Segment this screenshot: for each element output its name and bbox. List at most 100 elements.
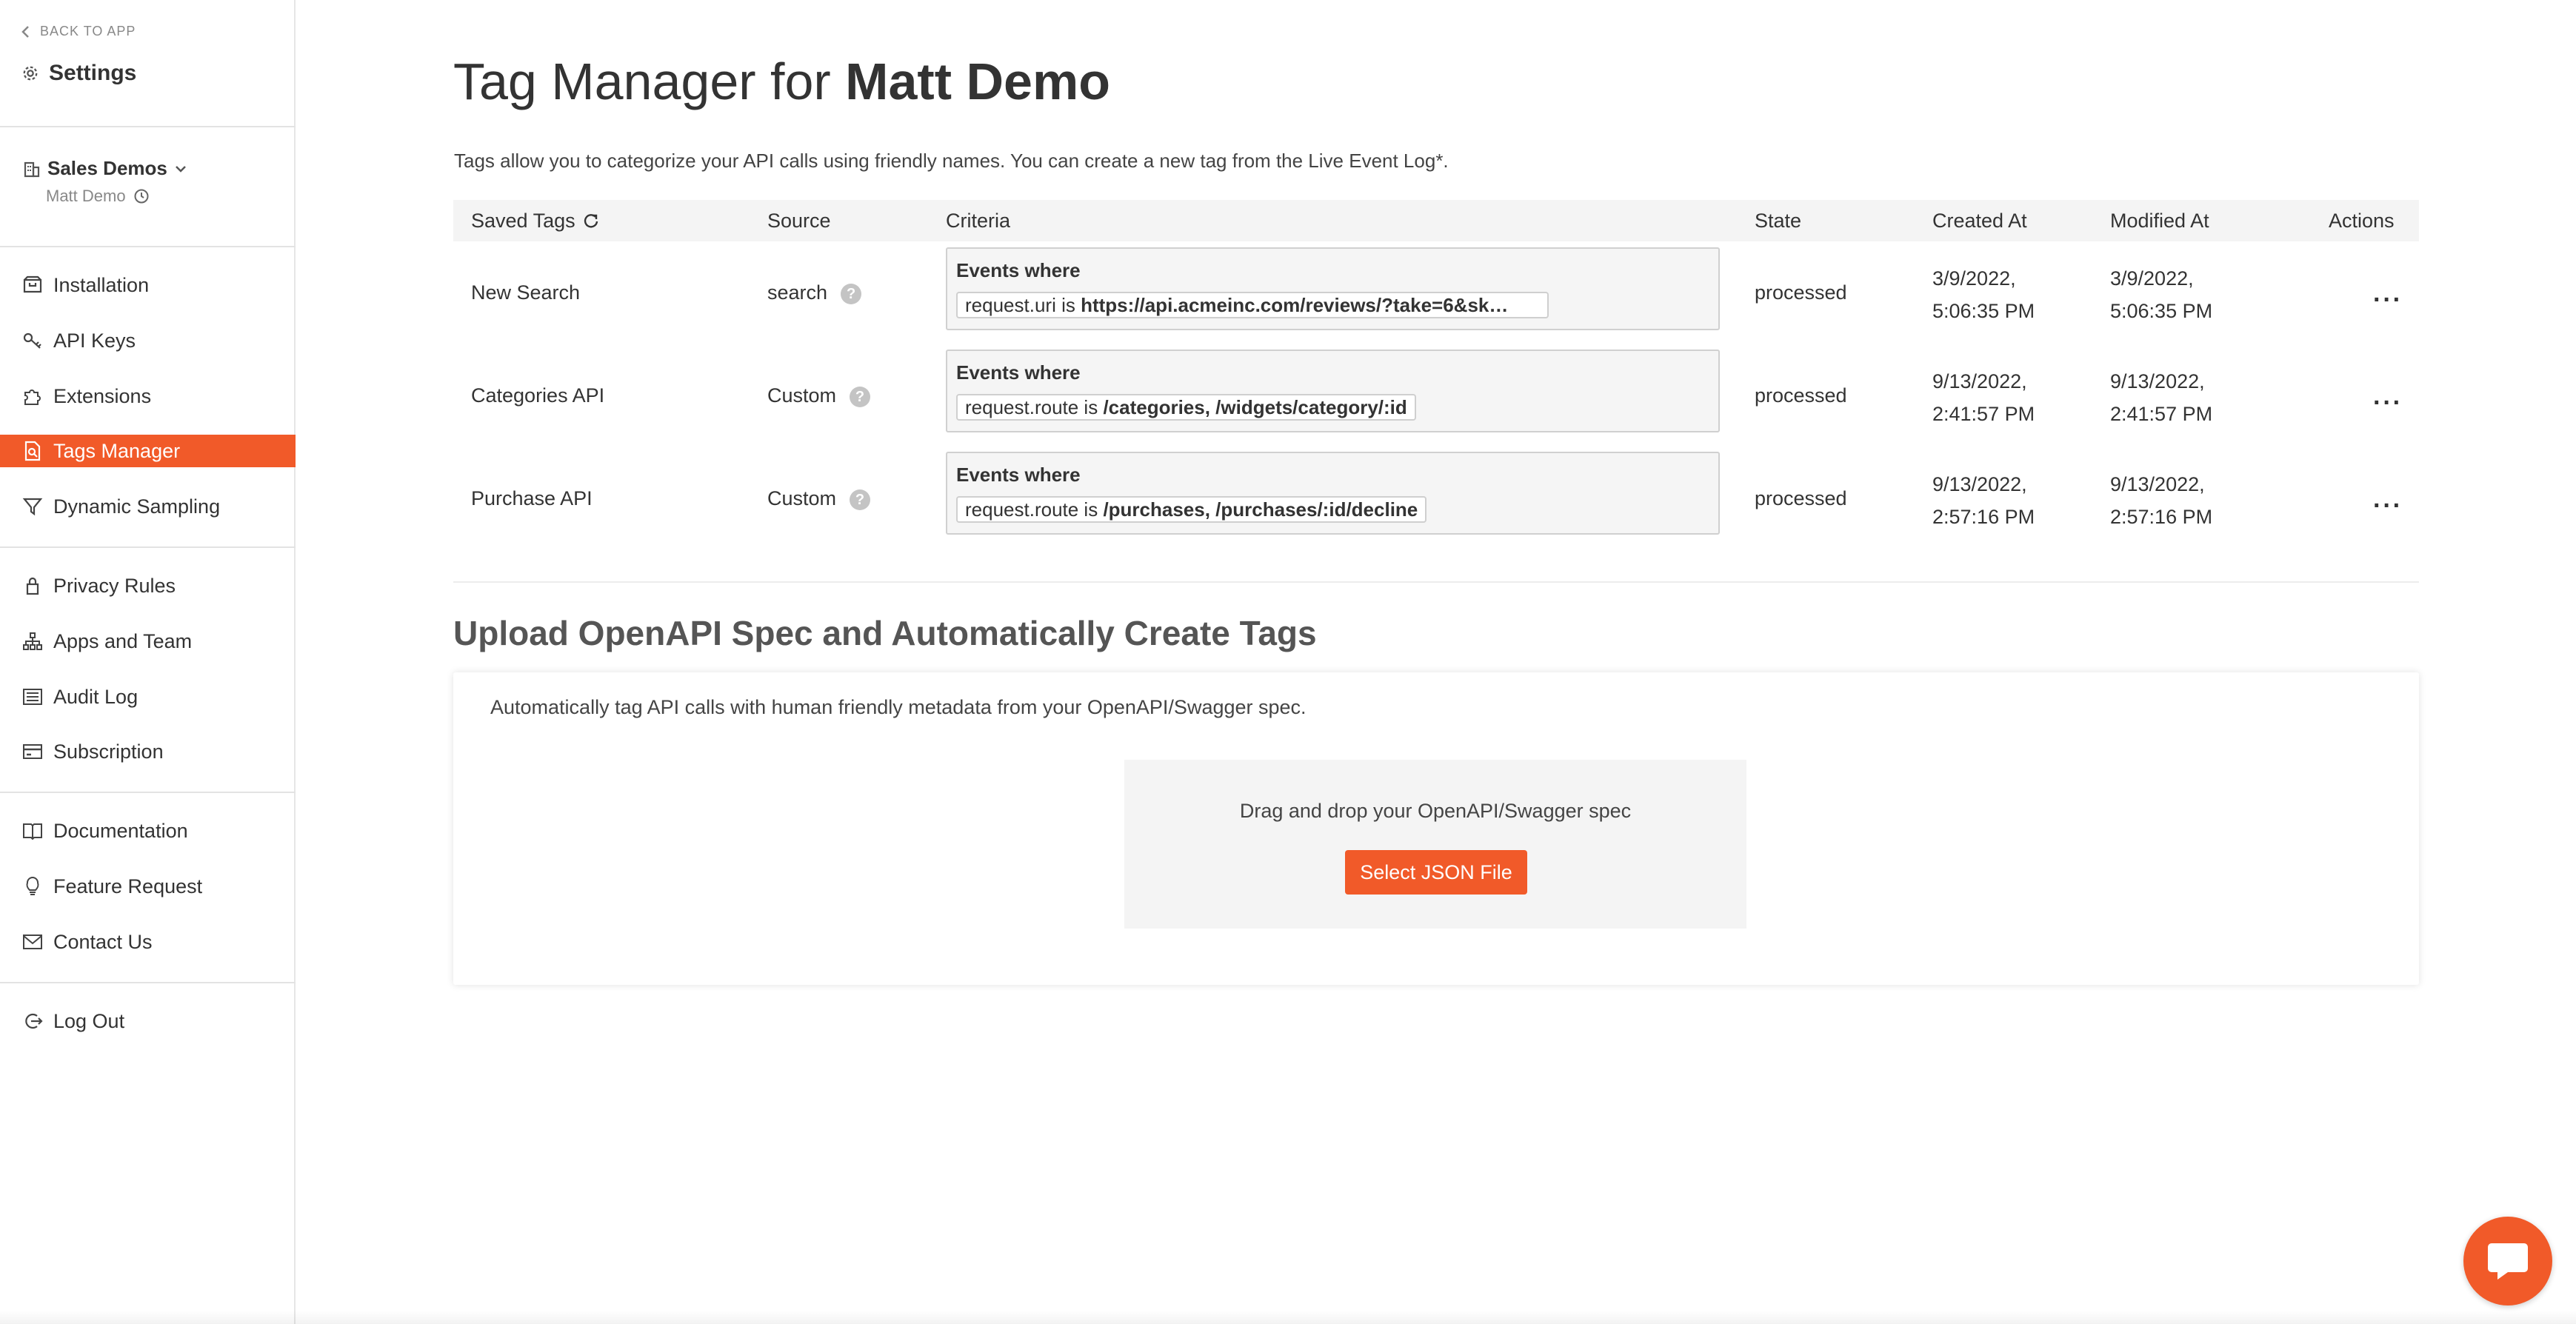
chevron-left-icon (21, 25, 30, 39)
created-date: 9/13/2022, (1932, 365, 2035, 398)
key-icon (22, 331, 43, 350)
tag-search-icon (22, 441, 43, 461)
box-icon (22, 275, 43, 295)
row-actions-button[interactable]: ··· (2373, 286, 2403, 315)
help-icon[interactable]: ? (850, 387, 870, 407)
column-header-saved-tags[interactable]: Saved Tags (471, 200, 599, 241)
sidebar-item-dynamic-sampling[interactable]: Dynamic Sampling (0, 490, 296, 523)
sidebar: BACK TO APP Settings Sales Demos Matt De… (0, 0, 296, 1324)
created-at: 9/13/2022,2:41:57 PM (1932, 365, 2035, 430)
file-dropzone[interactable]: Drag and drop your OpenAPI/Swagger spec … (1124, 760, 1746, 929)
column-header-modified-at[interactable]: Modified At (2110, 200, 2209, 241)
modified-date: 3/9/2022, (2110, 262, 2212, 295)
sidebar-divider (0, 126, 296, 127)
modified-date: 9/13/2022, (2110, 365, 2212, 398)
column-header-criteria[interactable]: Criteria (946, 200, 1010, 241)
sidebar-item-label: Feature Request (53, 875, 202, 898)
sidebar-item-label: Subscription (53, 740, 164, 763)
criteria-condition: request.route is /purchases, /purchases/… (956, 496, 1427, 523)
sidebar-item-privacy-rules[interactable]: Privacy Rules (0, 569, 296, 602)
table-row[interactable]: Purchase API Custom? Events where reques… (453, 450, 2419, 552)
puzzle-icon (22, 387, 43, 406)
tag-name: Purchase API (471, 487, 593, 510)
sidebar-item-installation[interactable]: Installation (0, 269, 296, 301)
bottom-shadow (0, 1311, 2576, 1324)
modified-time: 5:06:35 PM (2110, 295, 2212, 327)
help-icon[interactable]: ? (850, 489, 870, 510)
building-icon (24, 160, 40, 178)
sidebar-item-tags-manager[interactable]: Tags Manager (0, 435, 296, 467)
created-at: 9/13/2022,2:57:16 PM (1932, 468, 2035, 533)
sidebar-divider (0, 792, 296, 793)
tag-source: search? (767, 281, 861, 304)
modified-date: 9/13/2022, (2110, 468, 2212, 501)
criteria-title: Events where (956, 464, 1081, 487)
page-title-app: Matt Demo (845, 53, 1110, 110)
tag-source: Custom? (767, 384, 870, 407)
help-icon[interactable]: ? (841, 284, 861, 304)
modified-time: 2:41:57 PM (2110, 398, 2212, 430)
sidebar-item-label: Privacy Rules (53, 575, 176, 598)
tag-source-label: Custom (767, 487, 836, 509)
tag-source-label: Custom (767, 384, 836, 407)
sidebar-item-documentation[interactable]: Documentation (0, 815, 296, 847)
column-header-created-at[interactable]: Created At (1932, 200, 2027, 241)
upload-description: Automatically tag API calls with human f… (490, 696, 1307, 719)
criteria-field: request.route is (965, 498, 1103, 521)
table-row[interactable]: New Search search? Events where request.… (453, 244, 2419, 347)
logout-icon (22, 1011, 43, 1032)
sidebar-divider (0, 246, 296, 247)
dropzone-text: Drag and drop your OpenAPI/Swagger spec (1124, 800, 1746, 823)
sidebar-item-api-keys[interactable]: API Keys (0, 324, 296, 357)
sidebar-divider (0, 546, 296, 548)
sidebar-divider (0, 982, 296, 983)
lock-icon (22, 575, 43, 596)
created-time: 2:41:57 PM (1932, 398, 2035, 430)
sidebar-item-label: Documentation (53, 820, 188, 843)
created-at: 3/9/2022,5:06:35 PM (1932, 262, 2035, 327)
sidebar-item-contact-us[interactable]: Contact Us (0, 926, 296, 958)
sidebar-item-subscription[interactable]: Subscription (0, 735, 296, 768)
sidebar-item-extensions[interactable]: Extensions (0, 380, 296, 412)
org-switcher[interactable]: Sales Demos (24, 157, 187, 180)
sidebar-item-log-out[interactable]: Log Out (0, 1005, 296, 1037)
column-header-state[interactable]: State (1755, 200, 1801, 241)
back-to-app-label: BACK TO APP (40, 24, 136, 39)
book-icon (22, 821, 43, 840)
sidebar-item-feature-request[interactable]: Feature Request (0, 870, 296, 903)
refresh-icon[interactable] (583, 213, 599, 229)
modified-at: 9/13/2022,2:57:16 PM (2110, 468, 2212, 533)
app-switcher[interactable]: Matt Demo (46, 187, 150, 206)
lightbulb-icon (22, 876, 43, 897)
column-header-source[interactable]: Source (767, 200, 831, 241)
tags-table-header: Saved Tags Source Criteria State Created… (453, 200, 2419, 241)
gear-icon (22, 65, 39, 81)
chat-widget-button[interactable] (2463, 1217, 2552, 1305)
chevron-down-icon (175, 164, 187, 173)
row-actions-button[interactable]: ··· (2373, 492, 2403, 521)
page-title: Tag Manager for Matt Demo (453, 52, 1110, 111)
column-header-actions: Actions (2329, 200, 2395, 241)
page-title-prefix: Tag Manager for (453, 53, 845, 110)
list-icon (22, 687, 43, 706)
sidebar-item-label: Extensions (53, 385, 151, 408)
tag-state: processed (1755, 384, 1847, 407)
sidebar-item-audit-log[interactable]: Audit Log (0, 681, 296, 713)
select-json-file-button[interactable]: Select JSON File (1345, 850, 1527, 895)
row-actions-button[interactable]: ··· (2373, 389, 2403, 418)
upload-section-title: Upload OpenAPI Spec and Automatically Cr… (453, 613, 1317, 653)
app-name: Matt Demo (46, 187, 126, 206)
modified-time: 2:57:16 PM (2110, 501, 2212, 533)
sidebar-item-label: API Keys (53, 330, 136, 352)
clock-icon (133, 188, 150, 204)
criteria-value: https://api.acmeinc.com/reviews/?take=6&… (1081, 294, 1508, 316)
criteria-title: Events where (956, 361, 1081, 384)
criteria-title: Events where (956, 259, 1081, 282)
column-label: Saved Tags (471, 200, 575, 241)
sidebar-item-label: Contact Us (53, 931, 153, 954)
back-to-app-link[interactable]: BACK TO APP (21, 24, 136, 39)
table-row[interactable]: Categories API Custom? Events where requ… (453, 347, 2419, 449)
sidebar-item-apps-and-team[interactable]: Apps and Team (0, 625, 296, 658)
sidebar-item-label: Tags Manager (53, 440, 180, 463)
criteria-box: Events where request.route is /purchases… (946, 452, 1720, 535)
